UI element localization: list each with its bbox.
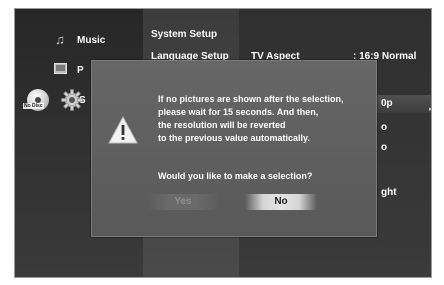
submenu-item-system-setup[interactable]: System Setup: [151, 29, 217, 40]
menu-item-label: Music: [77, 34, 106, 46]
setting-value-partial: o: [381, 142, 388, 153]
setting-value-partial: o: [381, 122, 388, 133]
gear-icon[interactable]: [61, 89, 83, 111]
menu-item-photo[interactable]: P: [53, 63, 84, 77]
resolution-confirm-dialog: If no pictures are shown after the selec…: [91, 60, 377, 237]
setting-value-partial: ght: [381, 187, 397, 198]
yes-button[interactable]: Yes: [147, 194, 219, 210]
photo-icon: [53, 63, 67, 77]
no-disc-indicator: No Disc: [23, 89, 51, 113]
dialog-question: Would you like to make a selection?: [158, 171, 313, 181]
no-disc-label: No Disc: [23, 103, 44, 109]
tv-frame: ▸ ♫ Music P S No Disc: [0, 0, 444, 285]
no-button[interactable]: No: [245, 194, 317, 210]
message-line: the resolution will be reverted: [158, 120, 286, 130]
music-note-icon: ♫: [55, 32, 65, 47]
dialog-message: If no pictures are shown after the selec…: [158, 93, 368, 145]
message-line: If no pictures are shown after the selec…: [158, 94, 344, 104]
message-line: to the previous value automatically.: [158, 133, 310, 143]
arrow-right-icon: ▸: [429, 105, 431, 113]
warning-icon: [108, 115, 138, 144]
menu-item-label: P: [77, 64, 84, 76]
resolution-value: 0p: [381, 98, 393, 109]
menu-item-music[interactable]: ♫ Music: [53, 33, 105, 47]
message-line: please wait for 15 seconds. And then,: [158, 107, 319, 117]
